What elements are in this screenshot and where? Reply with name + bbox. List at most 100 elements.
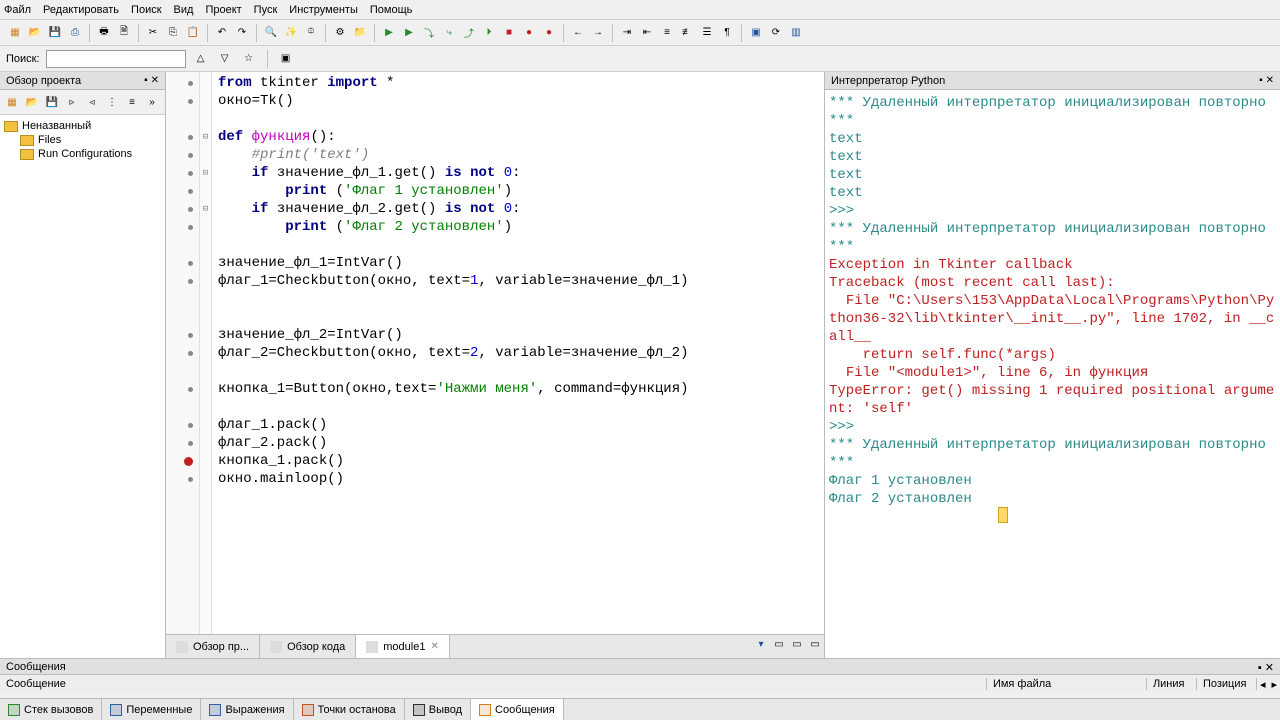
bottom-tab[interactable]: Выражения bbox=[201, 699, 293, 720]
bottom-tab[interactable]: Вывод bbox=[405, 699, 471, 720]
menu-help[interactable]: Помощь bbox=[370, 4, 413, 16]
undo-icon[interactable]: ↶ bbox=[213, 24, 231, 42]
run-icon[interactable]: ▶ bbox=[380, 24, 398, 42]
menu-edit[interactable]: Редактировать bbox=[43, 4, 119, 16]
print-icon[interactable]: 🖶 bbox=[95, 24, 113, 42]
console-line: File "<module1>", line 6, in функция bbox=[829, 364, 1276, 382]
menu-search[interactable]: Поиск bbox=[131, 4, 161, 16]
refresh-icon[interactable]: ⟳ bbox=[767, 24, 785, 42]
step-into-icon[interactable]: ⤷ bbox=[440, 24, 458, 42]
cut-icon[interactable]: ✂ bbox=[144, 24, 162, 42]
view-icon[interactable]: ▥ bbox=[787, 24, 805, 42]
menu-project[interactable]: Проект bbox=[205, 4, 241, 16]
console-line: text bbox=[829, 166, 1276, 184]
tree-node[interactable]: Run Configurations bbox=[4, 147, 161, 161]
para-icon[interactable]: ¶ bbox=[718, 24, 736, 42]
panel-pin-icon[interactable]: ▪ bbox=[1258, 662, 1262, 674]
scroll-right-icon[interactable]: ▸ bbox=[1268, 678, 1280, 691]
step-out-icon[interactable]: ⤴ bbox=[460, 24, 478, 42]
panel-close-icon[interactable]: ✕ bbox=[151, 75, 159, 86]
config-icon[interactable]: ⚙ bbox=[331, 24, 349, 42]
layout-icon[interactable]: ▣ bbox=[747, 24, 765, 42]
save-icon[interactable]: 💾 bbox=[46, 24, 64, 42]
panel-close-icon[interactable]: ✕ bbox=[1265, 662, 1274, 674]
bottom-tab[interactable]: Стек вызовов bbox=[0, 699, 102, 720]
tab-opt2-icon[interactable]: ▭ bbox=[788, 635, 806, 653]
panel-close-icon[interactable]: ✕ bbox=[1266, 75, 1274, 86]
code-editor[interactable]: ⊟⊟⊟ from tkinter import *окно=Tk()def фу… bbox=[166, 72, 824, 634]
nav2-icon[interactable]: ◃ bbox=[83, 93, 101, 111]
nav-back-icon[interactable]: ← bbox=[569, 24, 587, 42]
console-line: Traceback (most recent call last): bbox=[829, 274, 1276, 292]
col-pos[interactable]: Позиция bbox=[1197, 678, 1257, 690]
tab-opt1-icon[interactable]: ▭ bbox=[770, 635, 788, 653]
breakpoint-icon[interactable] bbox=[184, 457, 193, 466]
scroll-left-icon[interactable]: ◂ bbox=[1257, 678, 1269, 691]
bottom-tab[interactable]: Переменные bbox=[102, 699, 201, 720]
project-tree[interactable]: НеназванныйFilesRun Configurations bbox=[0, 115, 165, 658]
panel-pin-icon[interactable]: ▪ bbox=[144, 75, 148, 86]
new-file-icon[interactable]: ▦ bbox=[6, 24, 24, 42]
search-input[interactable] bbox=[46, 50, 186, 68]
search-close-icon[interactable]: ▣ bbox=[277, 50, 295, 68]
open-icon[interactable]: 📂 bbox=[26, 24, 44, 42]
stop-icon[interactable]: ■ bbox=[500, 24, 518, 42]
folder-icon[interactable]: 📁 bbox=[351, 24, 369, 42]
code-content[interactable]: from tkinter import *окно=Tk()def функци… bbox=[212, 72, 824, 634]
highlight-icon[interactable]: ✨ bbox=[282, 24, 300, 42]
console-line: >>> bbox=[829, 418, 1276, 436]
menu-file[interactable]: Файл bbox=[4, 4, 31, 16]
tree-node[interactable]: Неназванный bbox=[4, 119, 161, 133]
bottom-tab[interactable]: Точки останова bbox=[294, 699, 405, 720]
preview-icon[interactable]: 🗎 bbox=[115, 24, 133, 42]
tab-icon bbox=[479, 704, 491, 716]
gutter-dot bbox=[188, 171, 193, 176]
tree-node[interactable]: Files bbox=[4, 133, 161, 147]
uncomment-icon[interactable]: ≢ bbox=[678, 24, 696, 42]
bottom-tab[interactable]: Сообщения bbox=[471, 699, 564, 720]
save-all-icon[interactable]: ⎙ bbox=[66, 24, 84, 42]
close-icon[interactable]: ✕ bbox=[430, 641, 438, 652]
editor-tab[interactable]: module1✕ bbox=[356, 635, 450, 658]
search-opts-icon[interactable]: ☆ bbox=[240, 50, 258, 68]
copy-icon[interactable]: ⎘ bbox=[164, 24, 182, 42]
redo-icon[interactable]: ↷ bbox=[233, 24, 251, 42]
comment-icon[interactable]: ≡ bbox=[658, 24, 676, 42]
new-icon[interactable]: ▦ bbox=[3, 93, 21, 111]
editor-tab[interactable]: Обзор пр... bbox=[166, 635, 260, 658]
save-proj-icon[interactable]: 💾 bbox=[43, 93, 61, 111]
tree-icon[interactable]: ⋮ bbox=[103, 93, 121, 111]
breakpoint-icon[interactable]: ● bbox=[540, 24, 558, 42]
editor-gutter[interactable] bbox=[166, 72, 200, 634]
messages-panel: Сообщения ▪ ✕ Сообщение Имя файла Линия … bbox=[0, 658, 1280, 698]
menu-tools[interactable]: Инструменты bbox=[289, 4, 358, 16]
continue-icon[interactable]: ⏵ bbox=[480, 24, 498, 42]
tab-opt3-icon[interactable]: ▭ bbox=[806, 635, 824, 653]
col-message[interactable]: Сообщение bbox=[0, 678, 987, 690]
menu-view[interactable]: Вид bbox=[174, 4, 194, 16]
search-prev-icon[interactable]: △ bbox=[192, 50, 210, 68]
search-next-icon[interactable]: ▽ bbox=[216, 50, 234, 68]
step-over-icon[interactable]: ⤵ bbox=[420, 24, 438, 42]
panel-pin-icon[interactable]: ▪ bbox=[1259, 75, 1263, 86]
console-output[interactable]: *** Удаленный интерпретатор инициализиро… bbox=[825, 90, 1280, 658]
goto-icon[interactable]: ⯐ bbox=[302, 24, 320, 42]
editor-tab[interactable]: Обзор кода bbox=[260, 635, 356, 658]
fold-column[interactable]: ⊟⊟⊟ bbox=[200, 72, 212, 634]
indent-icon[interactable]: ⇥ bbox=[618, 24, 636, 42]
expand-icon[interactable]: ≡ bbox=[123, 93, 141, 111]
debug-icon[interactable]: ▶ bbox=[400, 24, 418, 42]
nav-icon[interactable]: ▹ bbox=[63, 93, 81, 111]
list-icon[interactable]: ☰ bbox=[698, 24, 716, 42]
dedent-icon[interactable]: ⇤ bbox=[638, 24, 656, 42]
menu-run[interactable]: Пуск bbox=[254, 4, 278, 16]
open-proj-icon[interactable]: 📂 bbox=[23, 93, 41, 111]
col-line[interactable]: Линия bbox=[1147, 678, 1197, 690]
paste-icon[interactable]: 📋 bbox=[184, 24, 202, 42]
nav-fwd-icon[interactable]: → bbox=[589, 24, 607, 42]
find-icon[interactable]: 🔍 bbox=[262, 24, 280, 42]
tab-menu-icon[interactable]: ▾ bbox=[752, 635, 770, 653]
col-file[interactable]: Имя файла bbox=[987, 678, 1147, 690]
record-icon[interactable]: ● bbox=[520, 24, 538, 42]
more-icon[interactable]: » bbox=[143, 93, 161, 111]
